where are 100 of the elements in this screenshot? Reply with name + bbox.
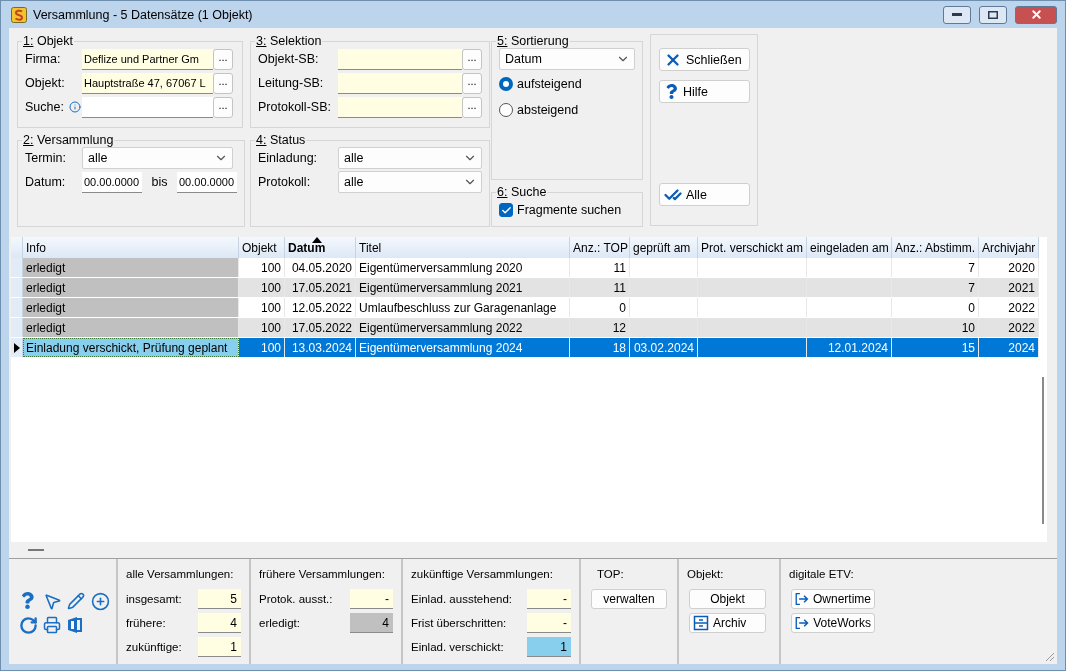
panel-button[interactable]: VoteWorks [791, 613, 875, 633]
date-field[interactable]: 00.00.0000 [82, 171, 142, 193]
radio-label[interactable]: aufsteigend [517, 77, 582, 91]
printer-icon[interactable] [43, 615, 61, 634]
table-cell: erledigt [23, 298, 239, 317]
checkbox-label[interactable]: Fragmente suchen [517, 203, 622, 217]
browse-button[interactable]: ... [213, 96, 233, 118]
text-field[interactable]: Deflize und Partner Gm [82, 48, 213, 70]
action-button[interactable]: Alle [659, 183, 750, 206]
table-cell: 0 [570, 298, 630, 317]
enter-icon [795, 591, 809, 607]
table-cell: 11 [570, 278, 630, 297]
maximize-button[interactable] [979, 5, 1007, 24]
refresh-icon[interactable] [19, 615, 38, 635]
stat-value: 1 [527, 637, 571, 657]
field-label: Protokoll-SB: [258, 100, 331, 114]
stat-label: insgesamt: [126, 593, 183, 605]
table-cell: Eigentümerversammlung 2020 [356, 258, 570, 277]
group-title: 3: Selektion [255, 34, 323, 48]
text-field[interactable] [338, 96, 462, 118]
section-title: digitale ETV: [789, 568, 854, 582]
text-field[interactable]: Hauptstraße 47, 67067 L [82, 72, 213, 94]
browse-button[interactable]: ... [213, 48, 233, 70]
radio-button[interactable] [499, 77, 513, 91]
checkbox[interactable] [499, 203, 513, 217]
table-cell: 10 [892, 318, 979, 337]
date-field[interactable]: 00.00.0000 [177, 171, 237, 193]
table-cell: 13.03.2024 [285, 338, 356, 357]
text-field[interactable] [82, 96, 213, 118]
stat-label: frühere: [126, 617, 167, 629]
table-row[interactable]: erledigt 100 12.05.2022 Umlaufbeschluss zur Garagenanlage 0 0 2022 [11, 298, 1039, 318]
action-button[interactable]: Schließen [659, 48, 750, 71]
panel-button[interactable]: Objekt [689, 589, 766, 609]
table-cell: 2022 [979, 318, 1039, 337]
enter-icon [795, 615, 810, 631]
cursor-icon[interactable] [43, 591, 62, 611]
table-cell: 17.05.2021 [285, 278, 356, 297]
table-cell: Eigentümerversammlung 2024 [356, 338, 570, 357]
table-cell: 7 [892, 258, 979, 277]
table-cell: erledigt [23, 278, 239, 297]
table-row[interactable]: erledigt 100 17.05.2021 Eigentümerversammlung 2021 11 7 2021 [11, 278, 1039, 298]
table-cell: 100 [239, 338, 285, 357]
row-pointer-icon [13, 342, 20, 353]
table-row[interactable]: Einladung verschickt, Prüfung geplant 100 13.03.2024 Eigentümerversammlung 2024 18 03.02.2024 12.01.2024 15 2024 [11, 338, 1039, 358]
radio-label[interactable]: absteigend [517, 103, 579, 117]
sort-arrow-icon [311, 237, 323, 243]
section-title: TOP: [596, 568, 624, 582]
stat-value: 4 [350, 613, 393, 633]
field-label: Protokoll: [258, 175, 312, 189]
info-icon[interactable] [68, 101, 81, 113]
maximize-icon [988, 10, 998, 19]
dropdown[interactable]: alle [338, 171, 482, 193]
table-cell: 2024 [979, 338, 1039, 357]
table-cell: 100 [239, 278, 285, 297]
help-icon [664, 84, 679, 99]
stat-label: Protok. ausst.: [259, 593, 334, 605]
text-field[interactable] [338, 72, 462, 94]
minimize-button[interactable] [943, 5, 971, 24]
pencil-icon[interactable] [67, 591, 85, 610]
section-title: frühere Versammlungen: [259, 568, 385, 582]
dropdown[interactable]: Datum [499, 48, 635, 70]
table-row[interactable]: erledigt 100 17.05.2022 Eigentümerversammlung 2022 12 10 2022 [11, 318, 1039, 338]
table-cell: 03.02.2024 [630, 338, 698, 357]
action-button[interactable]: Hilfe [659, 80, 750, 103]
table-cell: Eigentümerversammlung 2022 [356, 318, 570, 337]
splitter-handle[interactable] [28, 549, 44, 551]
dropdown[interactable]: alle [338, 147, 482, 169]
text-field[interactable] [338, 48, 462, 70]
panel-button[interactable]: verwalten [591, 589, 667, 609]
table-cell: 2022 [979, 298, 1039, 317]
stat-value: - [527, 613, 571, 633]
close-button[interactable] [1015, 5, 1057, 24]
scrollbar-thumb[interactable] [1042, 377, 1044, 524]
group-title: 1: Objekt [22, 34, 75, 48]
table-cell: 04.05.2020 [285, 258, 356, 277]
help-icon[interactable] [19, 591, 36, 609]
browse-button[interactable]: ... [462, 96, 482, 118]
dropdown[interactable]: alle [82, 147, 233, 169]
table-cell: erledigt [23, 318, 239, 337]
stat-label: Einlad. verschickt: [411, 641, 505, 653]
radio-button[interactable] [499, 103, 513, 117]
browse-button[interactable]: ... [213, 72, 233, 94]
table-cell: 17.05.2022 [285, 318, 356, 337]
browse-button[interactable]: ... [462, 48, 482, 70]
document-panel-icon[interactable] [67, 615, 83, 634]
field-label: Objekt-SB: [258, 52, 319, 66]
table-cell: erledigt [23, 258, 239, 277]
table-cell: 7 [892, 278, 979, 297]
stat-label: Einlad. ausstehend: [411, 593, 514, 605]
checkmark-icon [500, 204, 512, 216]
row-header[interactable] [11, 338, 23, 357]
add-icon[interactable] [91, 591, 110, 611]
table-row[interactable]: erledigt 100 04.05.2020 Eigentümerversammlung 2020 11 7 2020 [11, 258, 1039, 278]
browse-button[interactable]: ... [462, 72, 482, 94]
archive-icon [693, 615, 709, 631]
table-cell: Umlaufbeschluss zur Garagenanlage [356, 298, 570, 317]
resize-grip-icon[interactable] [1045, 652, 1055, 662]
panel-button[interactable]: Ownertime [791, 589, 875, 609]
panel-button[interactable]: Archiv [689, 613, 766, 633]
section-title: Objekt: [687, 568, 724, 582]
